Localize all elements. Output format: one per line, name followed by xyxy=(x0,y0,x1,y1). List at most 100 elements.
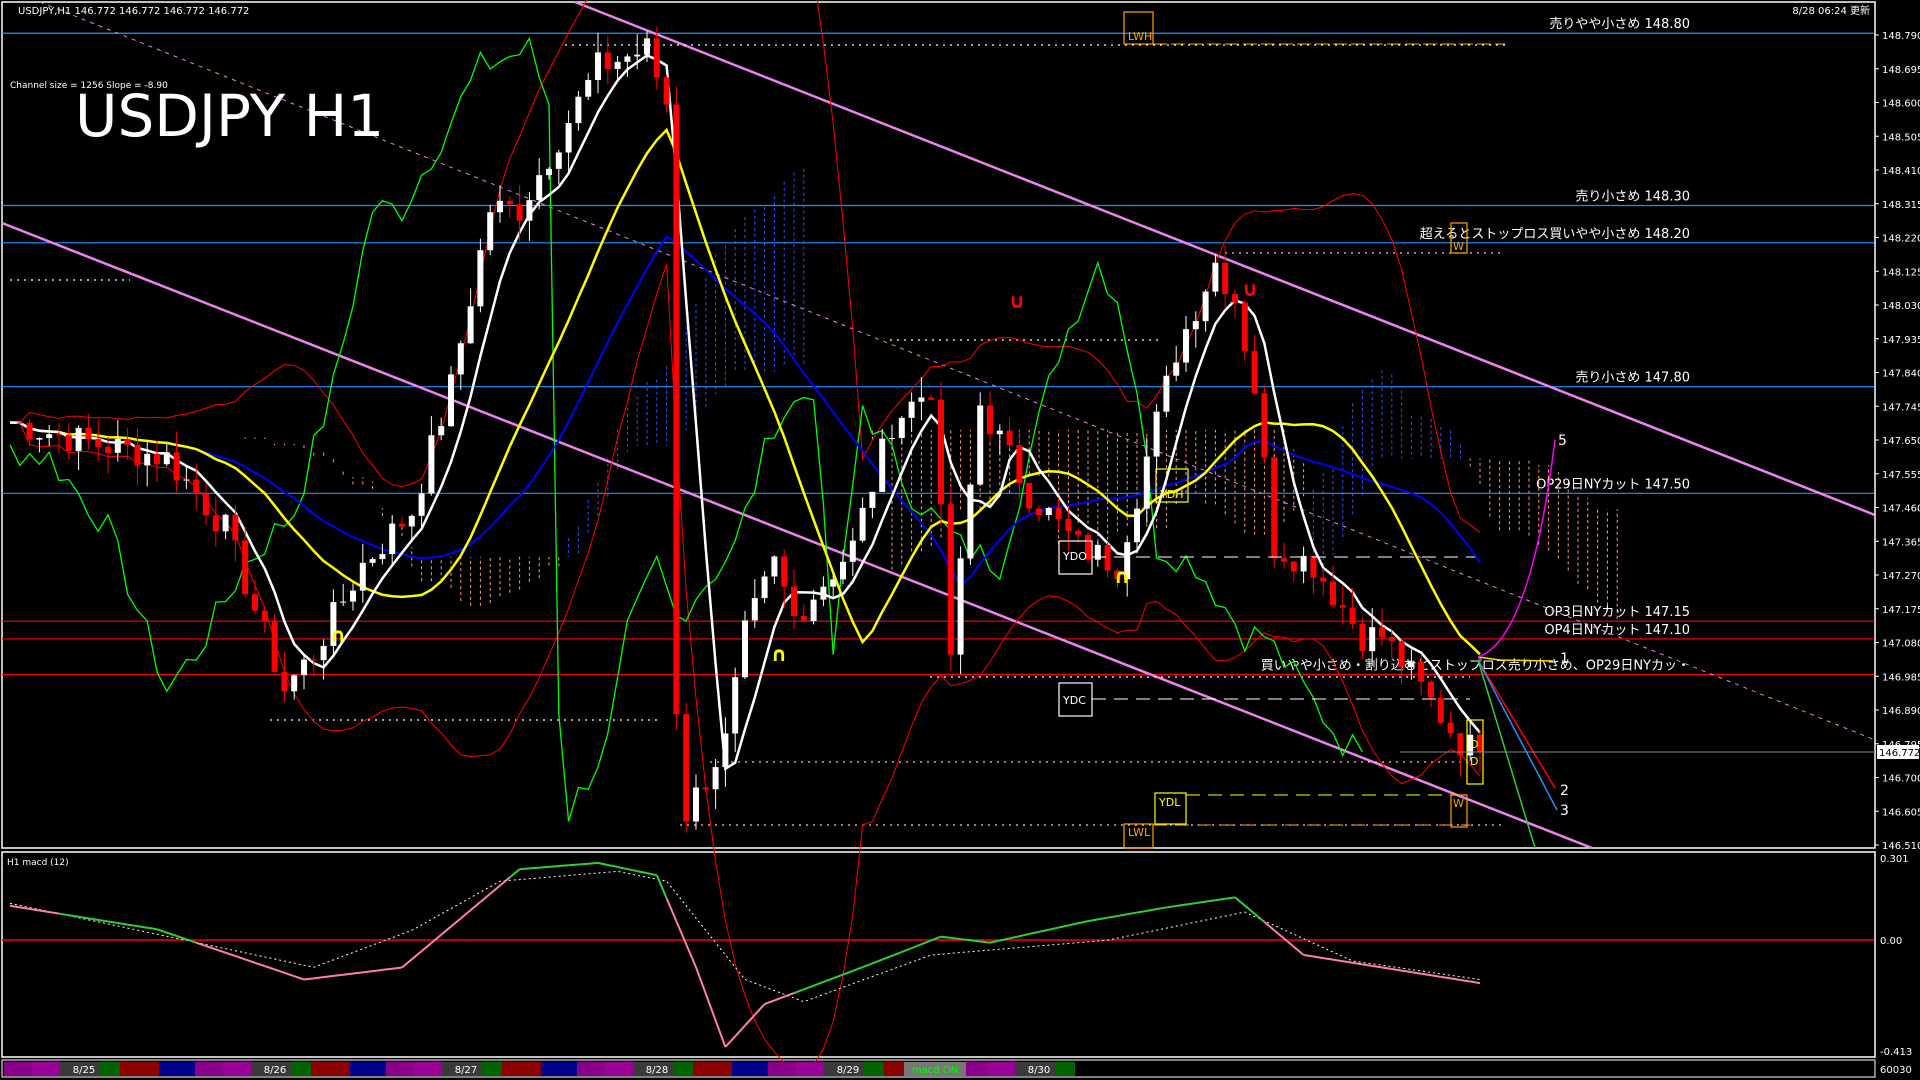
candle[interactable] xyxy=(477,239,483,313)
candle[interactable] xyxy=(1271,457,1277,567)
candle[interactable] xyxy=(556,150,562,185)
candle[interactable] xyxy=(321,639,327,679)
candle[interactable] xyxy=(507,196,513,218)
candle[interactable] xyxy=(1330,565,1336,607)
candle[interactable] xyxy=(566,111,572,174)
candle[interactable] xyxy=(673,87,679,730)
candle[interactable] xyxy=(1173,346,1179,381)
candle[interactable] xyxy=(1242,300,1248,360)
candle[interactable] xyxy=(301,656,307,690)
candle[interactable] xyxy=(1163,366,1169,417)
candle[interactable] xyxy=(722,717,728,786)
candle[interactable] xyxy=(1036,506,1042,522)
candle[interactable] xyxy=(820,576,826,606)
candle[interactable] xyxy=(1340,585,1346,625)
candle[interactable] xyxy=(693,774,699,829)
candle[interactable] xyxy=(428,416,434,496)
candle[interactable] xyxy=(1261,385,1267,464)
candle[interactable] xyxy=(370,557,376,566)
candle[interactable] xyxy=(1291,561,1297,582)
candle[interactable] xyxy=(1105,542,1111,577)
candle[interactable] xyxy=(350,583,356,610)
candle[interactable] xyxy=(977,392,983,486)
candle[interactable] xyxy=(713,759,719,809)
candle[interactable] xyxy=(379,544,385,565)
candle[interactable] xyxy=(1212,254,1218,297)
candle[interactable] xyxy=(115,420,121,462)
candle[interactable] xyxy=(1046,507,1052,521)
candle[interactable] xyxy=(281,652,287,703)
candle[interactable] xyxy=(909,393,915,433)
trading-chart[interactable]: 売りやや小さめ 148.80売り小さめ 148.30超えるとストップロス買いやや… xyxy=(0,0,1920,1080)
candle[interactable] xyxy=(487,205,493,255)
candle[interactable] xyxy=(46,425,52,446)
candle[interactable] xyxy=(27,419,33,446)
candle[interactable] xyxy=(56,423,62,454)
candle[interactable] xyxy=(1281,543,1287,569)
candle[interactable] xyxy=(1144,438,1150,523)
candle[interactable] xyxy=(262,606,268,632)
candle[interactable] xyxy=(360,544,366,603)
candle[interactable] xyxy=(134,428,140,485)
candle[interactable] xyxy=(497,185,503,223)
candle[interactable] xyxy=(1252,335,1258,395)
candle[interactable] xyxy=(752,579,758,628)
candle[interactable] xyxy=(232,505,238,562)
candle[interactable] xyxy=(1310,556,1316,595)
candle[interactable] xyxy=(419,484,425,528)
candle[interactable] xyxy=(899,416,905,445)
candle[interactable] xyxy=(683,703,689,833)
candle[interactable] xyxy=(1359,617,1365,659)
candle[interactable] xyxy=(183,466,189,489)
candle[interactable] xyxy=(575,91,581,131)
channel-lower-line[interactable] xyxy=(2,223,1592,848)
candle[interactable] xyxy=(36,437,42,452)
candle[interactable] xyxy=(223,514,229,540)
candle[interactable] xyxy=(889,425,895,441)
candle[interactable] xyxy=(732,668,738,752)
candle[interactable] xyxy=(967,484,973,565)
candle[interactable] xyxy=(468,288,474,344)
candle[interactable] xyxy=(1379,609,1385,646)
candle[interactable] xyxy=(879,429,885,492)
candle[interactable] xyxy=(742,611,748,679)
candle[interactable] xyxy=(1448,712,1454,739)
candle[interactable] xyxy=(762,571,768,603)
candle[interactable] xyxy=(801,604,807,622)
candle[interactable] xyxy=(526,192,532,241)
candle[interactable] xyxy=(458,341,464,390)
candle[interactable] xyxy=(448,366,454,427)
candle[interactable] xyxy=(1007,418,1013,448)
candle[interactable] xyxy=(154,440,160,482)
candle[interactable] xyxy=(1222,246,1228,309)
candle[interactable] xyxy=(399,517,405,527)
candle[interactable] xyxy=(389,515,395,565)
candle[interactable] xyxy=(125,428,131,460)
candle[interactable] xyxy=(791,569,797,629)
candle[interactable] xyxy=(703,786,709,793)
candle[interactable] xyxy=(1320,568,1326,596)
candle[interactable] xyxy=(1438,689,1444,724)
candle[interactable] xyxy=(340,584,346,606)
candle[interactable] xyxy=(771,555,777,584)
candle[interactable] xyxy=(595,33,601,93)
candle[interactable] xyxy=(918,377,924,420)
candle[interactable] xyxy=(869,492,875,518)
candle[interactable] xyxy=(203,483,209,525)
candle[interactable] xyxy=(1154,404,1160,472)
candle[interactable] xyxy=(174,432,180,493)
candle[interactable] xyxy=(811,590,817,625)
candle[interactable] xyxy=(1203,289,1209,331)
candle[interactable] xyxy=(1428,680,1434,707)
candle[interactable] xyxy=(272,614,278,672)
candle[interactable] xyxy=(928,394,934,400)
candle[interactable] xyxy=(164,443,170,466)
candle[interactable] xyxy=(997,424,1003,454)
candle[interactable] xyxy=(664,75,670,113)
candle[interactable] xyxy=(1056,497,1062,530)
candle[interactable] xyxy=(95,420,101,461)
candle[interactable] xyxy=(860,497,866,542)
candle[interactable] xyxy=(605,36,611,85)
candle[interactable] xyxy=(1301,546,1307,583)
candle[interactable] xyxy=(213,497,219,547)
